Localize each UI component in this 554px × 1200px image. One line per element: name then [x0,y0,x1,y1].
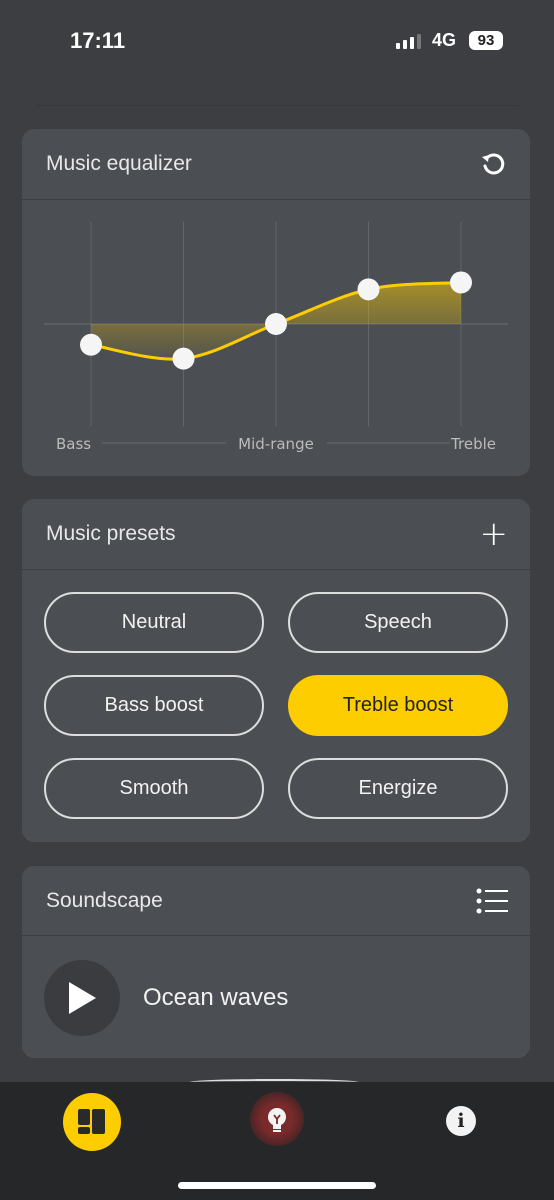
preset-energize[interactable]: Energize [288,758,508,819]
network-type: 4G [432,30,457,50]
soundscape-title: Soundscape [46,888,163,912]
preset-bass-boost[interactable]: Bass boost [44,675,264,736]
plus-icon[interactable]: + [480,514,509,554]
eq-band-handle[interactable] [172,347,195,370]
eq-band-handle[interactable] [265,313,287,335]
midrange-label: Mid-range [238,435,314,453]
eq-band-handle[interactable] [357,278,380,301]
presets-card: Music presets + Neutral Speech Bass boos… [22,499,530,842]
dashboard-tab[interactable] [63,1093,121,1151]
lightbulb-icon [268,1108,286,1132]
tips-tab[interactable] [250,1092,304,1146]
treble-label: Treble [450,435,496,453]
dashboard-icon [78,1109,105,1134]
info-icon: i [457,1110,465,1132]
play-button[interactable] [44,960,120,1036]
soundscape-card: Soundscape Ocean waves [22,866,530,1058]
divider [36,105,518,106]
preset-smooth[interactable]: Smooth [44,758,264,819]
equalizer-card: Music equalizer Bass Mid-range Treble [22,129,530,476]
play-icon [69,982,96,1014]
list-icon[interactable] [476,888,508,914]
eq-band-handle[interactable] [80,333,102,356]
equalizer-title: Music equalizer [46,152,192,175]
status-bar: 17:11 4G 93 [0,0,554,90]
clock: 17:11 [70,28,126,53]
preset-speech[interactable]: Speech [288,592,508,653]
bass-label: Bass [56,435,91,453]
signal-icon [396,33,421,49]
eq-band-handle[interactable] [450,271,472,294]
battery-icon: 93 [469,31,503,50]
presets-title: Music presets [46,522,176,545]
soundscape-item[interactable]: Ocean waves [22,936,530,1060]
reset-icon[interactable] [478,149,508,179]
info-tab[interactable]: i [446,1106,476,1136]
preset-neutral[interactable]: Neutral [44,592,264,653]
track-name: Ocean waves [143,984,289,1011]
home-indicator [178,1182,376,1189]
preset-treble-boost[interactable]: Treble boost [288,675,508,736]
equalizer-chart[interactable]: Bass Mid-range Treble [22,200,530,476]
